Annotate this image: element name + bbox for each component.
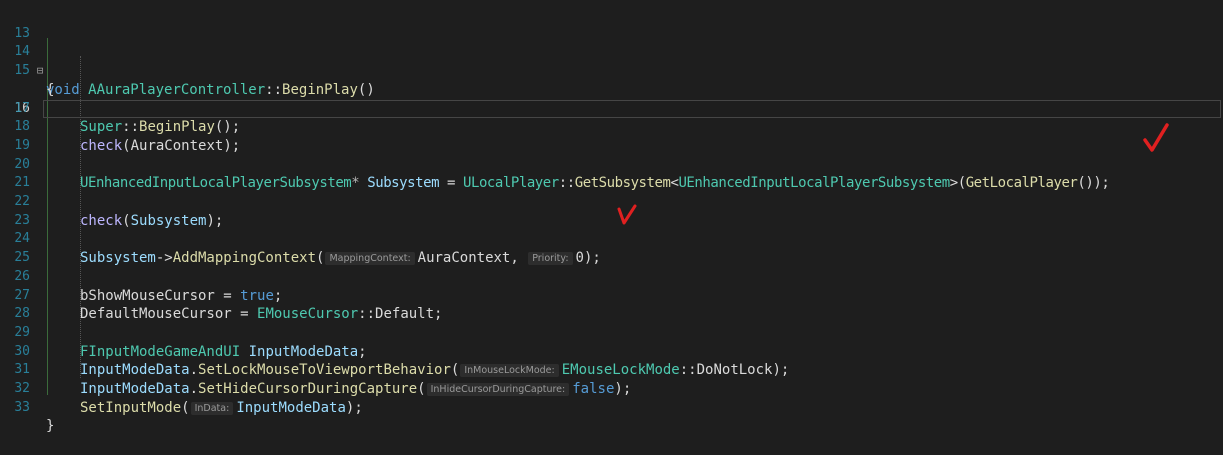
code-line-19[interactable]: 19 — [0, 118, 1223, 153]
code-line-20[interactable]: 20 UEnhancedInputLocalPlayerSubsystem* S… — [0, 123, 1223, 191]
close-brace: } — [46, 418, 55, 435]
red-checkmark-icon — [1143, 123, 1169, 152]
code-line-32[interactable]: 32 SetInputMode(InData: InputModeData); — [0, 361, 1223, 416]
code-line-24[interactable]: 24 Subsystem->AddMappingContext(MappingC… — [0, 204, 1223, 266]
code-line-25[interactable]: 25 — [0, 230, 1223, 265]
code-line-23[interactable]: 23 — [0, 193, 1223, 228]
method-call: SetInputMode(InData: InputModeData); — [80, 399, 363, 418]
code-line-15[interactable]: 15 { — [0, 43, 1223, 98]
code-line-17[interactable]: 17 — [0, 81, 1223, 116]
code-line-21[interactable]: 21 — [0, 156, 1223, 190]
code-line-14[interactable]: 14 ⊟ void AAuraPlayerController::BeginPl… — [0, 25, 1223, 97]
code-line-30[interactable]: 30 InputModeData.SetLockMouseToViewportB… — [0, 324, 1223, 379]
code-line-26[interactable]: 26 bShowMouseCursor = true; — [0, 249, 1223, 304]
code-line-28[interactable]: 28 — [0, 287, 1223, 321]
code-line-18[interactable]: 18 check(AuraContext); — [0, 100, 1223, 154]
code-editor[interactable]: 13 14 ⊟ void AAuraPlayerController::Begi… — [0, 0, 1223, 435]
param-hint: InData: — [190, 401, 234, 415]
code-line-16[interactable]: 16 Super::BeginPlay(); — [0, 62, 1223, 135]
code-line-27[interactable]: 27 DefaultMouseCursor = EMouseCursor::De… — [0, 268, 1223, 323]
code-line-29[interactable]: 29 FInputModeGameAndUI InputModeData; — [0, 305, 1223, 360]
code-line-33[interactable]: 33 } — [0, 380, 1223, 435]
code-line-22[interactable]: 22 check(Subsystem); — [0, 174, 1223, 229]
code-line-13[interactable]: 13 — [0, 6, 1223, 41]
method-name: SetInputMode — [80, 399, 182, 416]
red-checkmark-icon — [617, 204, 637, 225]
punct: ( — [181, 399, 190, 416]
code-line-31[interactable]: 31 InputModeData.SetHideCursorDuringCapt… — [0, 343, 1223, 397]
punct: ); — [345, 399, 363, 416]
local-var: InputModeData — [236, 399, 346, 416]
line-number: 33 — [14, 399, 30, 415]
